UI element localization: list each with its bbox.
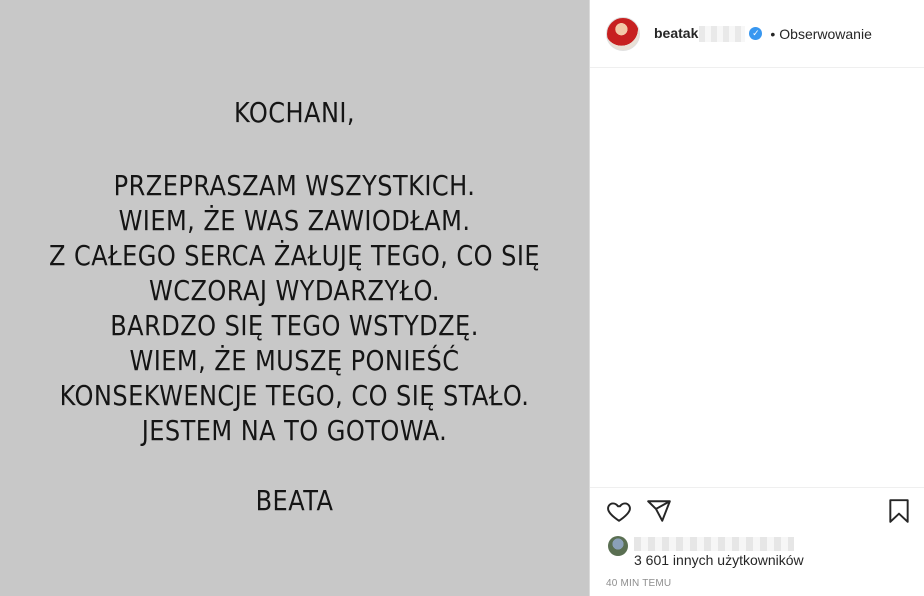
verified-badge-icon: ✓ [749,27,763,40]
image-message-line: PRZEPRASZAM WSZYSTKICH. [113,169,476,202]
username-link[interactable]: beatak [654,24,746,43]
post-header: beatak ✓ • Obserwowanie [590,0,924,68]
heart-icon[interactable] [606,498,632,524]
image-message-line: Z CAŁEGO SERCA ŻAŁUJĘ TEGO, CO SIĘ [48,239,541,272]
blurred-liker-name [634,537,794,551]
instagram-post: KOCHANI, PRZEPRASZAM WSZYSTKICH. WIEM, Ż… [0,0,924,596]
share-icon[interactable] [646,498,672,524]
image-message-line: WIEM, ŻE MUSZĘ PONIEŚĆ [129,344,460,377]
liker-avatar [608,536,628,556]
post-sidebar: beatak ✓ • Obserwowanie 3 601 innych uży… [589,0,924,596]
image-message-line: WIEM, ŻE WAS ZAWIODŁAM. [118,204,471,237]
likes-summary[interactable]: 3 601 innych użytkowników [606,536,916,570]
image-message-line: BARDZO SIĘ TEGO WSTYDZĘ. [110,309,479,342]
image-signature: BEATA [255,484,334,517]
blurred-username-part [699,26,746,43]
avatar[interactable] [606,16,640,51]
image-message-line: KONSEKWENCJE TEGO, CO SIĘ STAŁO. [59,379,530,412]
follow-status-button[interactable]: Obserwowanie [779,26,872,42]
post-timestamp[interactable]: 40 MIN TEMU [606,578,671,589]
likes-count-text: 3 601 innych użytkowników [634,552,804,568]
separator-dot: • [770,25,776,42]
image-message-line: JESTEM NA TO GOTOWA. [141,414,448,447]
bookmark-icon[interactable] [886,498,912,524]
action-bar [606,498,912,526]
image-greeting: KOCHANI, [233,96,356,129]
post-image[interactable]: KOCHANI, PRZEPRASZAM WSZYSTKICH. WIEM, Ż… [0,0,589,596]
image-message-line: WCZORAJ WYDARZYŁO. [148,274,441,307]
username-text: beatak [654,24,699,41]
post-footer: 3 601 innych użytkowników 40 MIN TEMU [590,487,924,596]
image-message: PRZEPRASZAM WSZYSTKICH. WIEM, ŻE WAS ZAW… [41,168,548,448]
